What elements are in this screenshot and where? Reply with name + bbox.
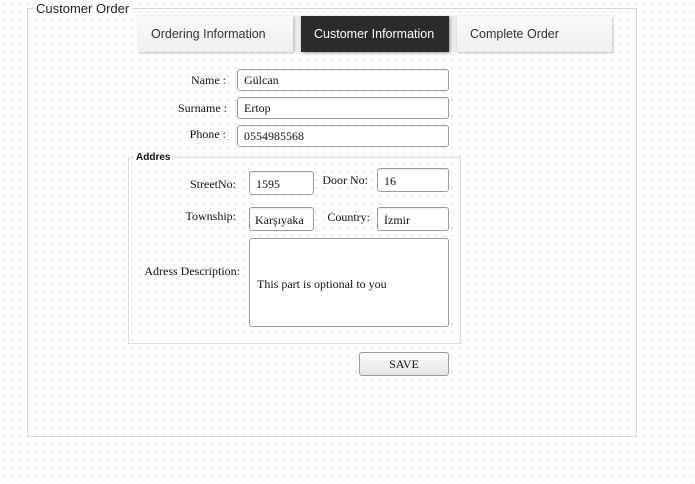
street-no-label: StreetNo:: [190, 177, 236, 191]
country-label: Country:: [327, 210, 370, 224]
customer-order-legend: Customer Order: [33, 1, 133, 16]
tab-complete-order[interactable]: Complete Order: [457, 16, 612, 52]
door-no-field[interactable]: 16: [377, 168, 449, 192]
address-description-textarea[interactable]: This part is optional to you: [249, 238, 449, 327]
address-description-label: Adress Description:: [144, 264, 240, 278]
country-field[interactable]: İzmir: [377, 207, 449, 231]
phone-field[interactable]: 0554985568: [237, 125, 449, 147]
save-button[interactable]: SAVE: [359, 352, 449, 376]
township-label: Township:: [185, 209, 237, 223]
door-no-label: Door No:: [322, 173, 368, 187]
surname-label: Surname :: [178, 101, 227, 115]
name-field[interactable]: Gülcan: [237, 69, 449, 91]
address-legend: Addres: [134, 152, 173, 163]
name-label: Name :: [191, 73, 226, 87]
phone-label: Phone :: [189, 127, 226, 141]
street-no-field[interactable]: 1595: [249, 171, 314, 195]
tab-customer-information[interactable]: Customer Information: [301, 16, 449, 52]
tab-ordering-information[interactable]: Ordering Information: [138, 16, 293, 52]
surname-field[interactable]: Ertop: [237, 97, 449, 119]
township-field[interactable]: Karşıyaka: [249, 207, 314, 231]
